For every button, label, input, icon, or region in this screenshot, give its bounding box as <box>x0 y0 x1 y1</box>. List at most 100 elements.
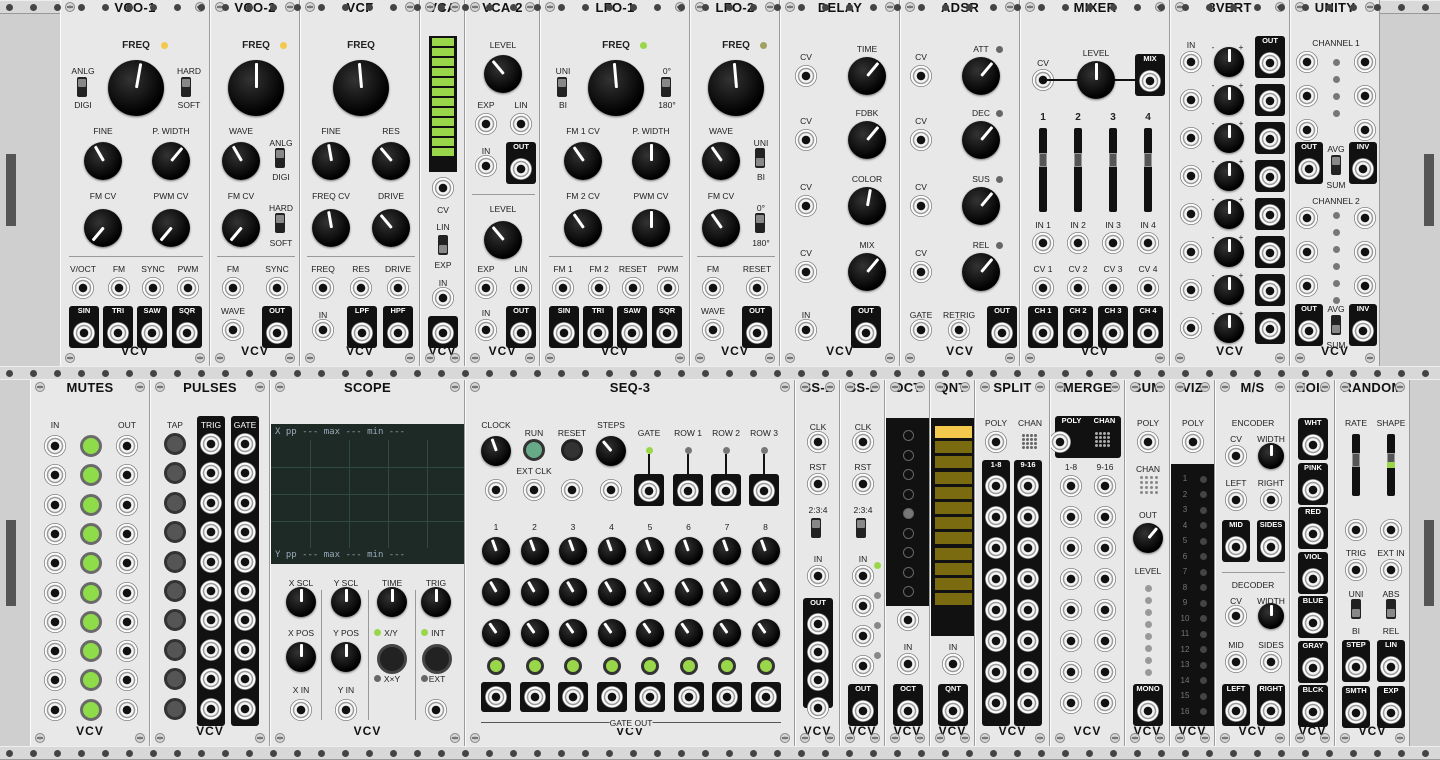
abs-rel-switch[interactable] <box>1386 599 1396 619</box>
noise-blue-output[interactable] <box>1302 612 1324 634</box>
tap-8-button[interactable] <box>164 638 186 661</box>
fm2-input[interactable] <box>588 277 610 299</box>
mute-1-input[interactable] <box>44 435 66 457</box>
step-8-gate-button[interactable] <box>756 657 775 675</box>
row-6-input[interactable] <box>1180 241 1202 263</box>
trig-input[interactable] <box>425 699 447 721</box>
reset-input[interactable] <box>561 479 583 501</box>
step-8-gate-output[interactable] <box>754 686 777 708</box>
mute-5-button[interactable] <box>80 552 102 575</box>
fm-cv-knob[interactable] <box>222 209 260 247</box>
in-3-input[interactable] <box>1102 232 1124 254</box>
ch1-inv-output[interactable] <box>1352 158 1374 180</box>
step-6-row-1-knob[interactable] <box>674 537 703 565</box>
uni-bi-switch[interactable] <box>1351 599 1361 619</box>
mono-output[interactable] <box>1137 700 1159 722</box>
split-b-output-5[interactable] <box>1017 599 1039 621</box>
out-output[interactable] <box>855 322 877 344</box>
qnt-output[interactable] <box>942 700 964 722</box>
decoder-right-output[interactable] <box>1260 700 1282 722</box>
decoder-left-output[interactable] <box>1225 700 1247 722</box>
mute-10-input[interactable] <box>44 698 66 721</box>
ch2-input-4[interactable] <box>1354 207 1376 229</box>
mute-9-button[interactable] <box>80 669 102 692</box>
row-7-input[interactable] <box>1180 279 1202 301</box>
merge-a-input-3[interactable] <box>1060 537 1082 559</box>
step-4-gate-button[interactable] <box>602 657 621 675</box>
merge-b-input-1[interactable] <box>1094 475 1116 497</box>
analog-digital-switch[interactable] <box>275 148 285 168</box>
gain-2-knob[interactable] <box>1214 85 1244 115</box>
steps-input[interactable] <box>600 479 622 501</box>
ch1-out-output[interactable] <box>1298 158 1320 180</box>
ch2-out-output[interactable] <box>1298 320 1320 342</box>
gain-6-knob[interactable] <box>1214 237 1244 267</box>
cv-input[interactable] <box>432 177 454 199</box>
merge-b-input-2[interactable] <box>1094 506 1116 528</box>
step-7-row-1-knob[interactable] <box>713 537 741 565</box>
lin-output[interactable] <box>1380 656 1402 678</box>
step-3-gate-button[interactable] <box>564 657 582 675</box>
uni-bi-switch[interactable] <box>557 77 567 97</box>
row-8-input[interactable] <box>1180 317 1202 339</box>
gain-3-knob[interactable] <box>1214 123 1244 153</box>
split-b-output-1[interactable] <box>1017 475 1039 497</box>
fdbk-cv-input[interactable] <box>795 129 817 151</box>
ch-3-output[interactable] <box>1102 322 1124 344</box>
noise-wht-output[interactable] <box>1302 434 1324 456</box>
mute-7-output[interactable] <box>116 610 138 633</box>
ch-1-output[interactable] <box>1032 322 1054 344</box>
saw-output[interactable] <box>621 322 643 344</box>
mute-2-output[interactable] <box>116 464 138 487</box>
channel-3-level-slider[interactable] <box>1109 128 1117 212</box>
noise-pink-output[interactable] <box>1302 478 1324 501</box>
rst-input[interactable] <box>807 473 829 495</box>
note-key-6[interactable] <box>935 502 972 514</box>
ch2-input-3[interactable] <box>1296 275 1318 297</box>
tap-3-button[interactable] <box>164 491 186 514</box>
row-2-output[interactable] <box>1259 90 1281 112</box>
pwidth-knob[interactable] <box>152 142 190 180</box>
in-input[interactable] <box>942 653 964 675</box>
wave-input[interactable] <box>222 319 244 341</box>
exp-2-input[interactable] <box>475 277 497 299</box>
res-input[interactable] <box>350 277 372 299</box>
step-7-gate-output[interactable] <box>716 686 738 708</box>
gate-10-output[interactable] <box>234 697 256 720</box>
out-output[interactable] <box>746 322 768 344</box>
in-3-input[interactable] <box>852 625 874 647</box>
mute-9-output[interactable] <box>116 669 138 692</box>
out-output[interactable] <box>852 700 874 722</box>
step-2-gate-button[interactable] <box>525 657 544 675</box>
row-4-output[interactable] <box>1259 166 1281 188</box>
rst-input[interactable] <box>852 473 874 495</box>
fm1-input[interactable] <box>552 277 574 299</box>
sin-output[interactable] <box>553 322 575 344</box>
merge-b-input-8[interactable] <box>1094 692 1116 714</box>
note-key-5[interactable] <box>935 486 972 499</box>
in-input[interactable] <box>897 653 919 675</box>
y-pos-knob[interactable] <box>331 642 361 672</box>
freq-knob[interactable] <box>228 60 284 116</box>
gate-input[interactable] <box>910 319 932 341</box>
step-4-row-2-knob[interactable] <box>597 578 626 606</box>
merge-b-input-4[interactable] <box>1094 568 1116 590</box>
pwidth-knob[interactable] <box>632 142 670 180</box>
step-7-row-3-knob[interactable] <box>713 619 741 647</box>
trig-5-output[interactable] <box>200 550 222 573</box>
note-key-11[interactable] <box>935 578 972 590</box>
encoder-left-input[interactable] <box>1225 489 1247 511</box>
mute-1-button[interactable] <box>80 435 102 457</box>
mode-switch[interactable] <box>811 518 821 538</box>
note-key-12[interactable] <box>935 593 972 606</box>
x-input[interactable] <box>290 699 312 721</box>
mute-8-button[interactable] <box>80 640 102 663</box>
split-a-output-4[interactable] <box>985 568 1007 590</box>
split-b-output-4[interactable] <box>1017 568 1039 590</box>
channel-4-level-slider[interactable] <box>1144 128 1152 212</box>
sync-input[interactable] <box>266 277 288 299</box>
mute-7-button[interactable] <box>80 610 102 633</box>
audio-input[interactable] <box>795 319 817 341</box>
rel-knob[interactable] <box>962 253 1000 291</box>
row3-output[interactable] <box>753 480 775 502</box>
